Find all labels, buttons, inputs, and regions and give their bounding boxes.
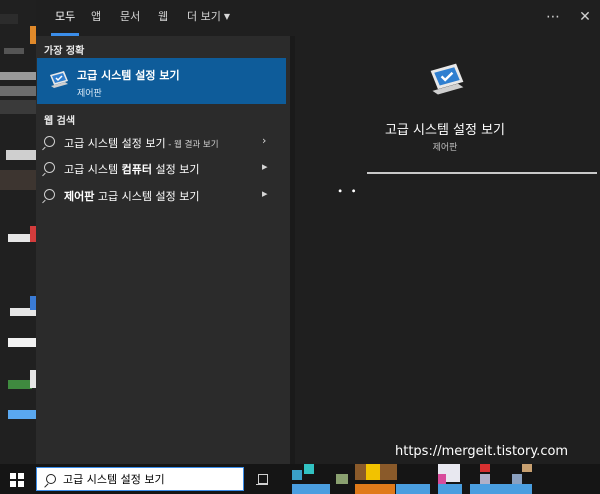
- desktop-fragment: [0, 14, 18, 24]
- desktop-fragment: [4, 48, 24, 54]
- taskbar-app-icon[interactable]: [336, 474, 348, 484]
- taskbar-app-icon[interactable]: [355, 484, 395, 494]
- task-view-icon[interactable]: [256, 472, 270, 486]
- taskbar-app-icon[interactable]: [480, 464, 490, 472]
- best-match-heading: 가장 정확: [44, 46, 85, 57]
- preview-pane: 고급 시스템 설정 보기 제어판 ∙ ∙ https://mergeit.tis…: [295, 36, 600, 464]
- best-match-subtitle: 제어판: [77, 89, 102, 99]
- more-options-icon[interactable]: ⋯: [541, 0, 565, 36]
- desktop-fragment: [8, 410, 36, 419]
- desktop-fragment: [0, 86, 36, 96]
- loading-spinner-icon: ∙ ∙: [337, 186, 359, 197]
- search-input[interactable]: [63, 470, 238, 488]
- taskbar-app-icon[interactable]: [292, 470, 302, 480]
- chevron-down-icon: ▼: [223, 12, 231, 21]
- web-result-text: 고급 시스템 컴퓨터 설정 보기: [64, 163, 200, 176]
- tab-more[interactable]: 더 보기 ▼: [187, 0, 230, 36]
- desktop-background: [0, 0, 36, 464]
- taskbar-app-icon[interactable]: [304, 464, 314, 474]
- search-icon: [44, 162, 55, 173]
- results-pane: 가장 정확 고급 시스템 설정 보기 제어판 웹 검색 고급 시스템 설정 보기…: [36, 36, 290, 464]
- monitor-check-icon: [50, 71, 68, 88]
- preview-subtitle: 제어판: [432, 143, 458, 153]
- taskbar-app-icon[interactable]: [480, 474, 490, 484]
- taskbar-app-icon[interactable]: [366, 464, 380, 480]
- chevron-right-icon[interactable]: ▸: [262, 160, 268, 173]
- web-result-item[interactable]: 고급 시스템 설정 보기 - 웹 결과 보기 ›: [36, 129, 286, 155]
- web-result-item[interactable]: 고급 시스템 컴퓨터 설정 보기 ▸: [36, 155, 286, 181]
- chevron-right-icon[interactable]: ▸: [262, 187, 268, 200]
- search-icon: [46, 474, 56, 484]
- search-icon: [44, 189, 55, 200]
- desktop-fragment: [8, 338, 36, 347]
- taskbar-app-icon[interactable]: [522, 464, 532, 472]
- best-match-title: 고급 시스템 설정 보기: [77, 69, 180, 82]
- taskbar-app-icon[interactable]: [292, 484, 330, 494]
- tab-documents[interactable]: 문서: [120, 0, 140, 36]
- tab-apps[interactable]: 앱: [91, 0, 101, 36]
- best-match-item[interactable]: 고급 시스템 설정 보기 제어판: [37, 58, 286, 104]
- search-tab-bar: 모두 앱 문서 웹 더 보기 ▼ ⋯ ✕: [36, 0, 600, 36]
- web-result-text: 고급 시스템 설정 보기 - 웹 결과 보기: [64, 137, 219, 150]
- desktop-fragment: [6, 150, 36, 160]
- preview-title: 고급 시스템 설정 보기: [384, 123, 506, 138]
- preview-divider: [367, 172, 597, 174]
- desktop-fragment: [0, 100, 36, 114]
- monitor-check-icon: [430, 63, 464, 95]
- tab-web[interactable]: 웹: [158, 0, 168, 36]
- taskbar-app-icon[interactable]: [470, 484, 532, 494]
- taskbar: [0, 464, 600, 494]
- search-icon: [44, 136, 55, 147]
- chevron-right-icon[interactable]: ›: [262, 134, 266, 147]
- taskbar-app-icon[interactable]: [512, 474, 522, 484]
- taskbar-app-icon[interactable]: [396, 484, 430, 494]
- taskbar-app-icon[interactable]: [438, 474, 446, 484]
- taskbar-app-icon[interactable]: [438, 484, 462, 494]
- web-result-item[interactable]: 제어판 고급 시스템 설정 보기 ▸: [36, 182, 286, 208]
- taskbar-search-box[interactable]: [36, 467, 244, 491]
- desktop-fragment: [8, 380, 32, 389]
- desktop-fragment: [0, 72, 36, 80]
- watermark-text: https://mergeit.tistory.com: [395, 444, 569, 459]
- web-search-heading: 웹 검색: [44, 116, 76, 127]
- web-result-text: 제어판 고급 시스템 설정 보기: [64, 190, 200, 203]
- close-icon[interactable]: ✕: [573, 0, 597, 36]
- tab-all[interactable]: 모두: [50, 0, 80, 36]
- desktop-fragment: [0, 170, 36, 190]
- windows-start-icon[interactable]: [10, 473, 24, 487]
